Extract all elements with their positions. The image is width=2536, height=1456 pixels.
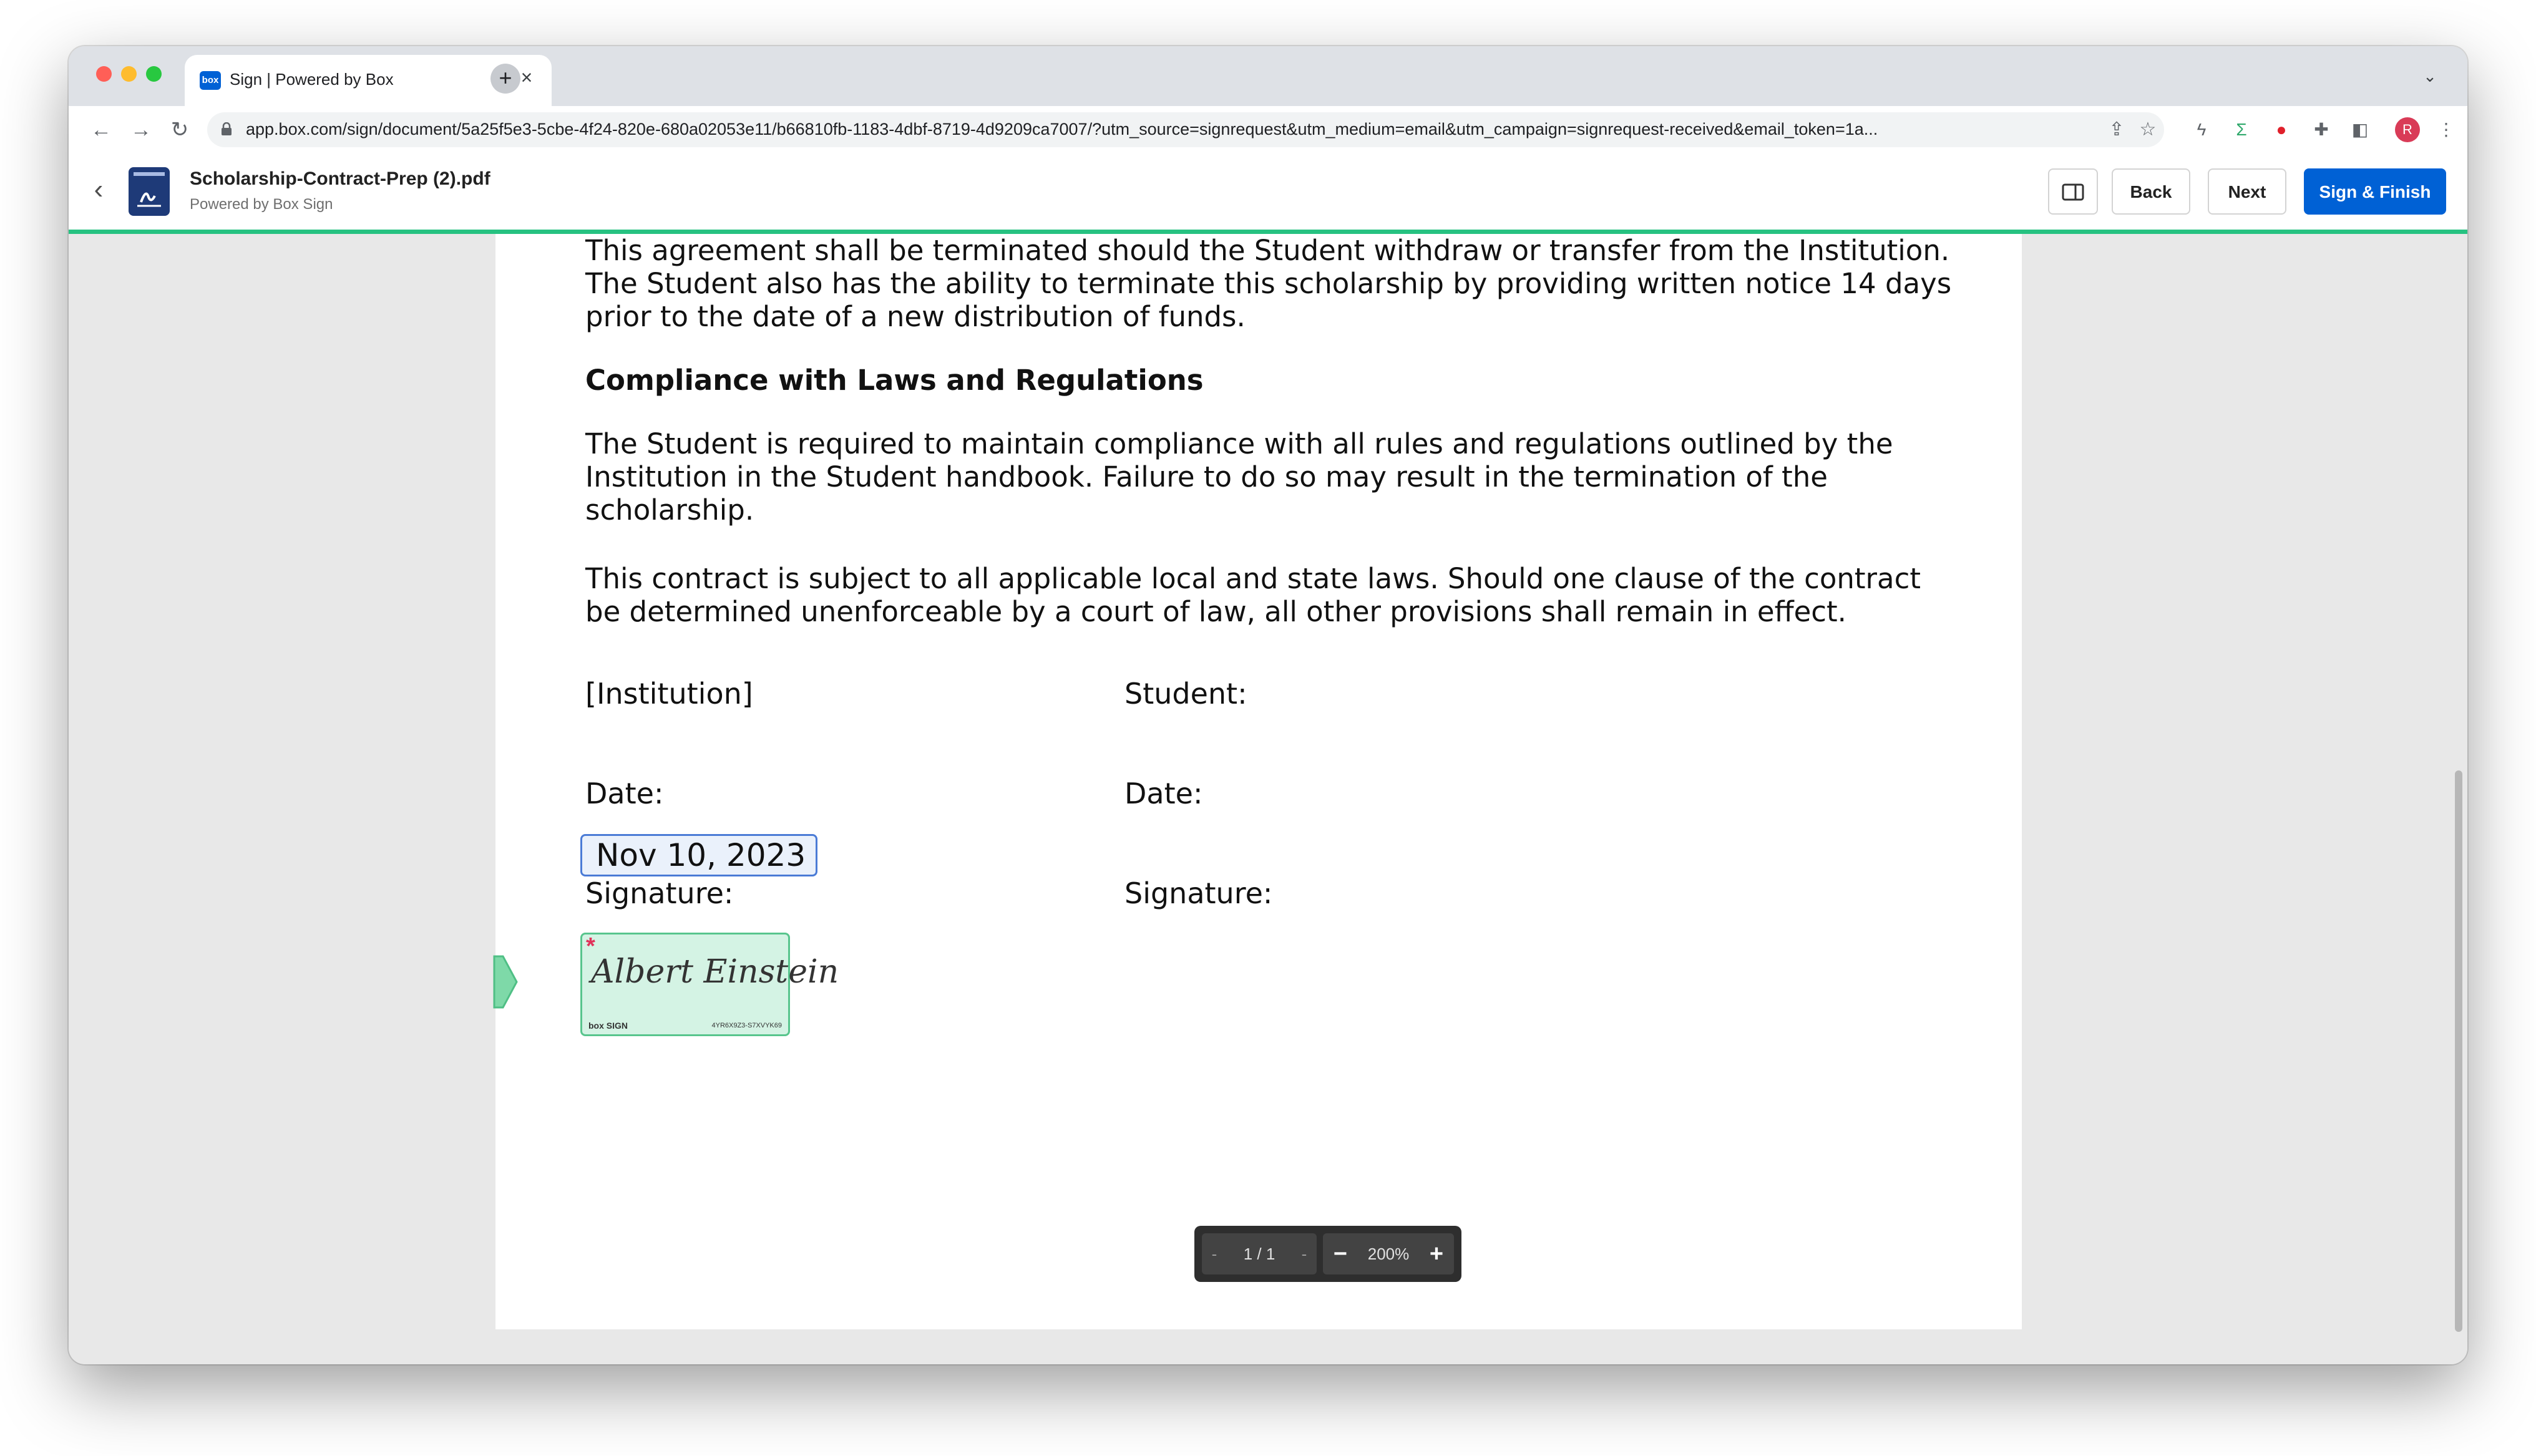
new-tab-button[interactable]: + — [490, 64, 520, 94]
opera-extension-icon[interactable]: ● — [2269, 117, 2294, 142]
document-subtitle: Powered by Box Sign — [190, 196, 333, 213]
document-viewer: This agreement shall be terminated shoul… — [69, 234, 2467, 1364]
sigma-extension-icon[interactable]: Σ — [2229, 117, 2254, 142]
sidebar-toggle-icon — [2062, 183, 2084, 201]
field-pointer-tab-icon[interactable] — [492, 954, 519, 1010]
side-panel-icon[interactable]: ◧ — [2348, 117, 2373, 142]
profile-avatar[interactable]: R — [2395, 117, 2420, 142]
signature-field[interactable]: * Albert Einstein box SIGN 4YR6X9Z3-S7XV… — [580, 933, 839, 1036]
date-label-institution: Date: — [585, 777, 664, 810]
toggle-panel-button[interactable] — [2048, 168, 2098, 215]
sign-and-finish-button[interactable]: Sign & Finish — [2304, 168, 2446, 215]
extensions-puzzle-icon[interactable]: ✚ — [2309, 117, 2334, 142]
next-button[interactable]: Next — [2208, 168, 2286, 215]
chevron-left-icon[interactable]: ‹ — [86, 176, 111, 203]
date-field[interactable]: Nov 10, 2023 — [580, 834, 817, 876]
tab-title: Sign | Powered by Box — [230, 70, 394, 89]
institution-label: [Institution] — [585, 677, 753, 711]
vertical-scrollbar[interactable] — [2455, 770, 2462, 1332]
paragraph-line: scholarship. — [585, 493, 754, 527]
zoom-controls: − 200% + — [1323, 1233, 1454, 1274]
box-favicon-icon: box — [200, 71, 221, 90]
termination-paragraph: This agreement shall be terminated shoul… — [585, 234, 1964, 333]
bookmark-star-icon[interactable]: ☆ — [2137, 119, 2159, 141]
page-zoom-toolbar: - 1 / 1 - − 200% + — [1194, 1226, 1461, 1282]
sign-header: ‹ Scholarship-Contract-Prep (2).pdf Powe… — [69, 153, 2467, 234]
date-label-student: Date: — [1124, 777, 1203, 810]
lightning-extension-icon[interactable]: ϟ — [2189, 117, 2214, 142]
next-page-button[interactable]: - — [1293, 1233, 1315, 1274]
zoom-level: 200% — [1367, 1245, 1410, 1263]
box-sign-logo — [129, 167, 170, 216]
paragraph-line: This agreement shall be terminated shoul… — [585, 234, 1950, 267]
url-text: app.box.com/sign/document/5a25f5e3-5cbe-… — [246, 120, 1878, 138]
zoom-out-button[interactable]: − — [1328, 1233, 1353, 1274]
browser-window: box Sign | Powered by Box × + ⌄ ← → ↻ ap… — [69, 46, 2467, 1364]
forward-arrow-icon[interactable]: → — [125, 114, 157, 146]
back-button[interactable]: Back — [2112, 168, 2190, 215]
signature-code: 4YR6X9Z3-S7XVYK69 — [711, 1022, 782, 1029]
browser-toolbar: ← → ↻ app.box.com/sign/document/5a25f5e3… — [69, 106, 2467, 154]
box-sign-brand: box SIGN — [588, 1021, 628, 1031]
signature-label-institution: Signature: — [585, 876, 734, 910]
section-heading: Compliance with Laws and Regulations — [585, 364, 1204, 397]
paragraph-line: Institution in the Student handbook. Fai… — [585, 460, 1828, 493]
tab-strip: box Sign | Powered by Box × + ⌄ — [69, 46, 2467, 106]
student-label: Student: — [1124, 677, 1247, 711]
share-icon[interactable]: ⇪ — [2105, 119, 2128, 141]
maximize-window-button[interactable] — [146, 66, 162, 82]
laws-paragraph: This contract is subject to all applicab… — [585, 562, 1964, 628]
paragraph-line: prior to the date of a new distribution … — [585, 300, 1246, 333]
paragraph-line: The Student also has the ability to term… — [585, 267, 1952, 300]
address-bar[interactable]: app.box.com/sign/document/5a25f5e3-5cbe-… — [207, 112, 2164, 147]
previous-page-button[interactable]: - — [1203, 1233, 1226, 1274]
zoom-in-button[interactable]: + — [1424, 1233, 1449, 1274]
page-indicator: 1 / 1 — [1243, 1245, 1275, 1263]
browser-menu-icon[interactable]: ⋮ — [2434, 117, 2459, 142]
paragraph-line: This contract is subject to all applicab… — [585, 562, 1921, 595]
signature-label-student: Signature: — [1124, 876, 1273, 910]
document-page: This agreement shall be terminated shoul… — [492, 234, 2022, 1329]
reload-icon[interactable]: ↻ — [163, 114, 196, 146]
close-window-button[interactable] — [96, 66, 112, 82]
compliance-paragraph: The Student is required to maintain comp… — [585, 427, 1964, 527]
lock-icon — [222, 122, 232, 135]
signature-name: Albert Einstein — [591, 953, 839, 991]
paragraph-line: be determined unenforceable by a court o… — [585, 595, 1846, 628]
paragraph-line: The Student is required to maintain comp… — [585, 427, 1893, 460]
document-title: Scholarship-Contract-Prep (2).pdf — [190, 168, 490, 189]
tab-search-chevron-icon[interactable]: ⌄ — [2417, 64, 2442, 89]
back-arrow-icon[interactable]: ← — [85, 114, 117, 146]
page-navigation: - 1 / 1 - — [1202, 1233, 1317, 1274]
minimize-window-button[interactable] — [121, 66, 137, 82]
